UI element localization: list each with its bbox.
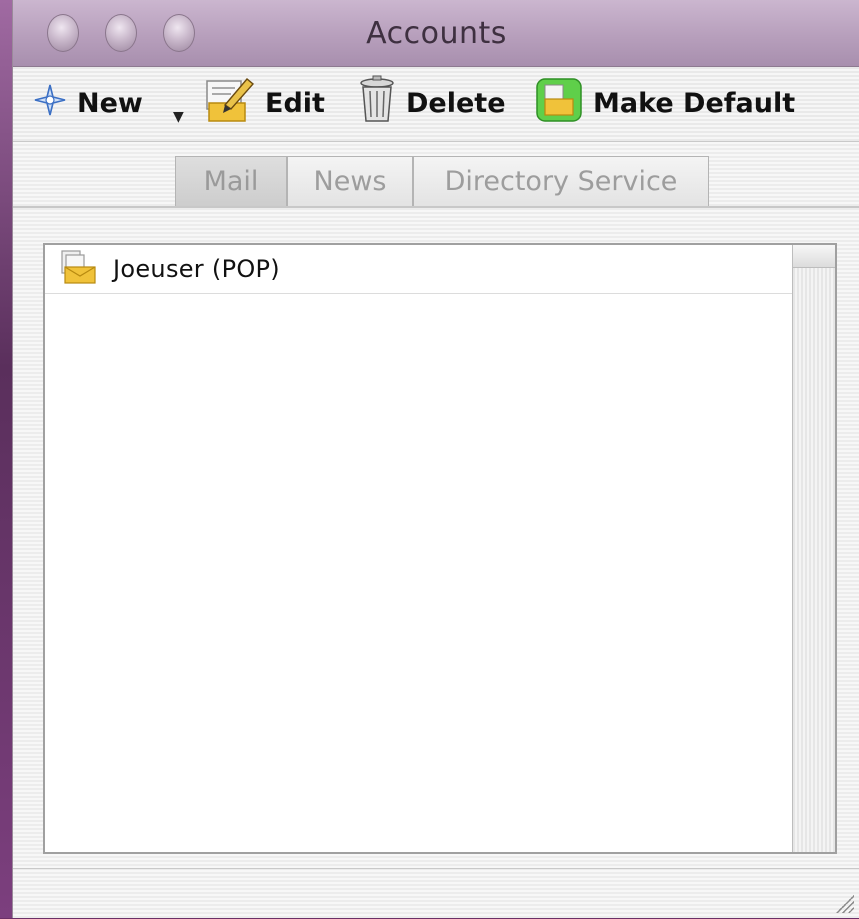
status-bar <box>13 868 859 919</box>
trash-can-icon <box>358 75 396 132</box>
default-account-icon <box>535 77 583 130</box>
tab-directory-service[interactable]: Directory Service <box>413 156 709 206</box>
delete-label: Delete <box>406 87 506 119</box>
edit-pencil-icon <box>203 75 255 132</box>
scrollbar-top-cap <box>793 245 835 268</box>
accounts-list[interactable]: Joeuser (POP) <box>43 243 837 854</box>
account-type-tabs: Mail News Directory Service <box>13 141 859 224</box>
make-default-label: Make Default <box>593 87 796 119</box>
toolbar: New ▼ Edit Delete Make Default <box>13 67 859 141</box>
resize-grip-icon[interactable] <box>834 893 854 913</box>
account-name: Joeuser (POP) <box>113 255 280 283</box>
accounts-window: Accounts New ▼ Edit Delete Make Default … <box>12 0 859 918</box>
new-sparkle-icon <box>33 83 67 124</box>
vertical-scrollbar[interactable] <box>792 245 835 852</box>
desktop-background <box>0 0 12 918</box>
new-button[interactable]: New <box>33 75 143 131</box>
new-label: New <box>77 87 143 119</box>
mail-account-folder-icon <box>59 249 99 289</box>
tab-mail[interactable]: Mail <box>175 156 287 206</box>
window-title: Accounts <box>366 16 507 51</box>
tab-divider <box>13 206 859 208</box>
list-item[interactable]: Joeuser (POP) <box>45 245 793 294</box>
delete-button[interactable]: Delete <box>358 75 506 131</box>
make-default-button[interactable]: Make Default <box>535 75 795 131</box>
title-bar[interactable]: Accounts <box>13 0 859 67</box>
edit-button[interactable]: Edit <box>203 75 325 131</box>
edit-label: Edit <box>265 87 325 119</box>
tab-news[interactable]: News <box>287 156 413 206</box>
new-dropdown-arrow-icon[interactable]: ▼ <box>173 89 184 145</box>
